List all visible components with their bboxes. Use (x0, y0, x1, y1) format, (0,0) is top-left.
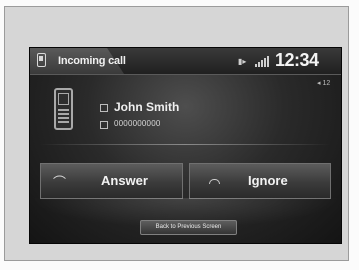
illustration-panel: Incoming call ▮▸ 12:34 ◂ 12 John Smith 0… (4, 6, 349, 261)
caller-name: John Smith (114, 100, 180, 114)
answer-button[interactable]: ⌒ Answer (40, 163, 183, 199)
divider (40, 144, 330, 145)
clock: 12:34 (275, 50, 319, 70)
answer-button-label: Answer (101, 173, 148, 188)
contact-name-icon (100, 104, 108, 112)
mobile-phone-icon (54, 88, 73, 130)
phone-screen: Incoming call ▮▸ 12:34 ◂ 12 John Smith 0… (29, 47, 342, 244)
caller-number: 0000000000 (114, 119, 161, 128)
ignore-button[interactable]: Ignore (189, 163, 331, 199)
page: Incoming call ▮▸ 12:34 ◂ 12 John Smith 0… (0, 0, 359, 270)
header-title: Incoming call (58, 55, 126, 67)
bluetooth-icon: ▮▸ (238, 57, 247, 66)
header-bar: Incoming call ▮▸ 12:34 (30, 48, 341, 75)
signal-strength-icon (255, 55, 269, 67)
back-to-previous-screen-button[interactable]: Back to Previous Screen (140, 220, 237, 235)
ignore-button-label: Ignore (248, 173, 288, 188)
phone-icon (37, 53, 46, 67)
phone-number-icon (100, 121, 108, 129)
page-indicator: ◂ 12 (317, 80, 331, 87)
answer-call-icon: ⌒ (53, 175, 67, 190)
ignore-call-icon (209, 179, 220, 184)
